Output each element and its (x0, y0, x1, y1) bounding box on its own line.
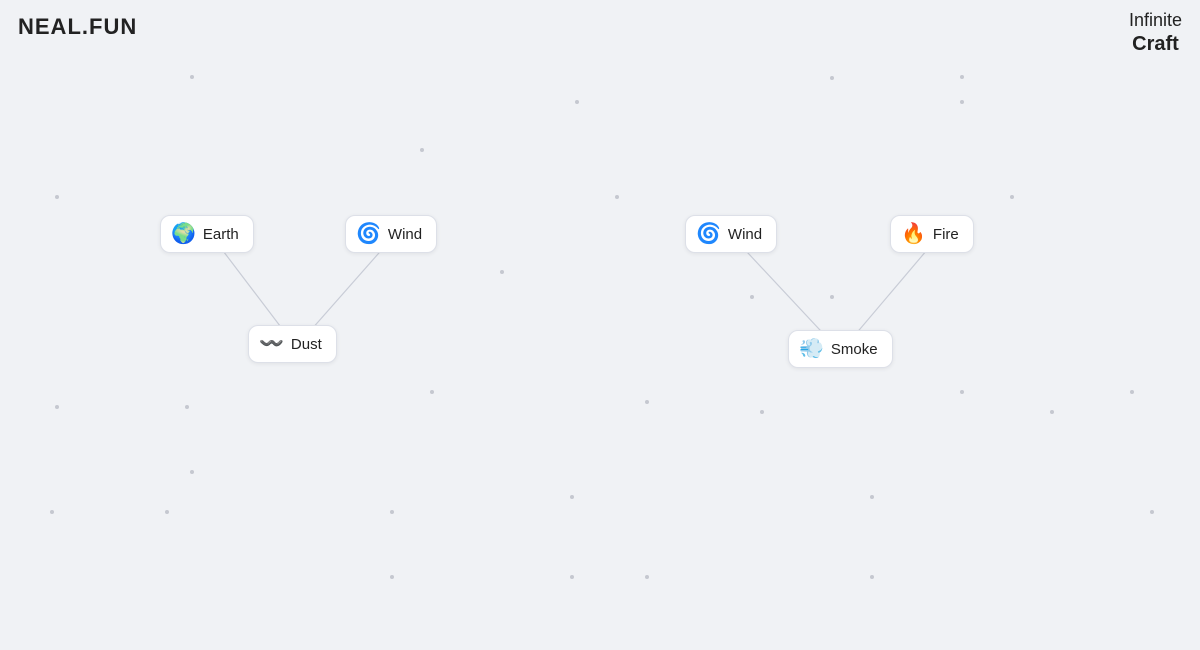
smoke1-label: Smoke (831, 341, 878, 358)
background-dot (55, 405, 59, 409)
background-dot (570, 495, 574, 499)
neal-logo: NEAL.FUN (18, 14, 137, 40)
dust1-icon: 〰️ (259, 334, 284, 354)
background-dot (575, 100, 579, 104)
background-dot (420, 148, 424, 152)
background-dot (570, 575, 574, 579)
background-dot (960, 75, 964, 79)
background-dot (190, 75, 194, 79)
wind1-label: Wind (388, 226, 422, 243)
background-dot (870, 575, 874, 579)
background-dot (645, 575, 649, 579)
wind2-label: Wind (728, 226, 762, 243)
background-dot (190, 470, 194, 474)
background-dot (960, 390, 964, 394)
element-card-wind2[interactable]: 🌀 Wind (685, 215, 777, 253)
background-dot (1150, 510, 1154, 514)
element-card-earth1[interactable]: 🌍 Earth (160, 215, 254, 253)
infinite-craft-logo: Infinite Craft (1129, 10, 1182, 56)
background-dot (50, 510, 54, 514)
background-dot (55, 195, 59, 199)
fire1-icon: 🔥 (901, 224, 926, 244)
earth1-icon: 🌍 (171, 224, 196, 244)
background-dot (645, 400, 649, 404)
fire1-label: Fire (933, 226, 959, 243)
background-dot (390, 510, 394, 514)
connections-canvas (0, 0, 1200, 650)
smoke1-icon: 💨 (799, 339, 824, 359)
wind2-icon: 🌀 (696, 224, 721, 244)
background-dot (615, 195, 619, 199)
element-card-wind1[interactable]: 🌀 Wind (345, 215, 437, 253)
background-dot (960, 100, 964, 104)
background-dot (185, 405, 189, 409)
element-card-fire1[interactable]: 🔥 Fire (890, 215, 974, 253)
background-dot (165, 510, 169, 514)
infinite-label: Infinite (1129, 10, 1182, 32)
background-dot (870, 495, 874, 499)
background-dot (750, 295, 754, 299)
dust1-label: Dust (291, 336, 322, 353)
element-card-dust1[interactable]: 〰️ Dust (248, 325, 337, 363)
background-dot (430, 390, 434, 394)
earth1-label: Earth (203, 226, 239, 243)
craft-label: Craft (1129, 32, 1182, 56)
wind1-icon: 🌀 (356, 224, 381, 244)
element-card-smoke1[interactable]: 💨 Smoke (788, 330, 893, 368)
background-dot (390, 575, 394, 579)
background-dot (830, 76, 834, 80)
background-dot (1130, 390, 1134, 394)
background-dot (1050, 410, 1054, 414)
background-dot (1010, 195, 1014, 199)
background-dot (830, 295, 834, 299)
background-dot (760, 410, 764, 414)
background-dot (500, 270, 504, 274)
